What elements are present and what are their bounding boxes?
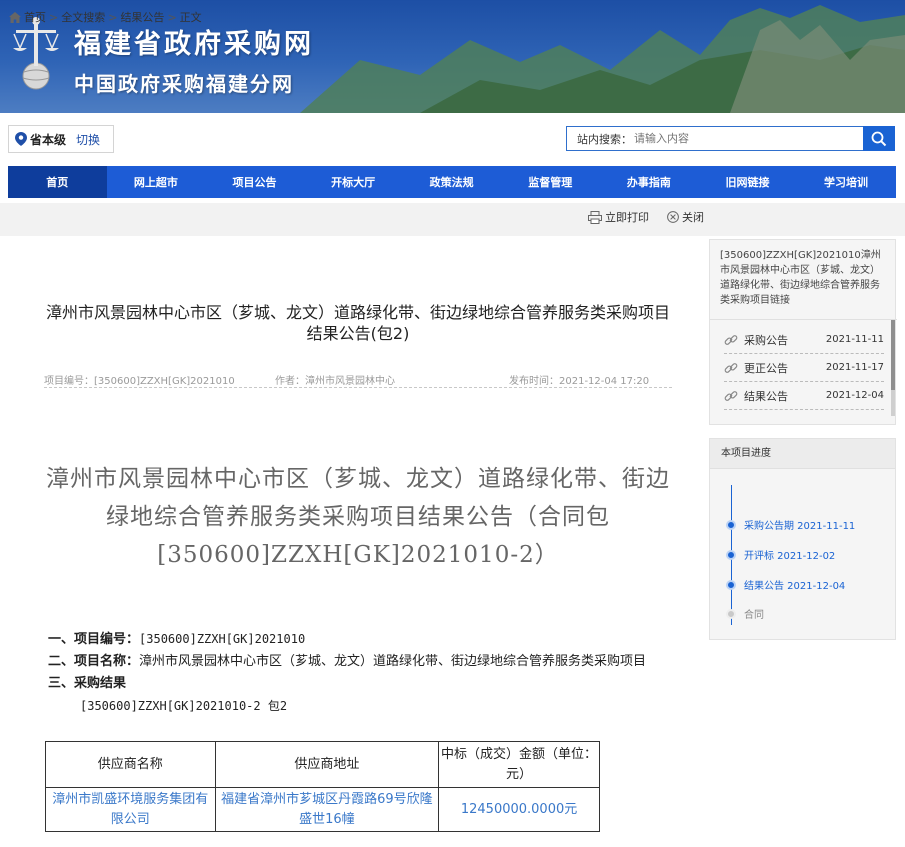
package-label: [350600]ZZXH[GK]2021010-2 包2 [80, 699, 288, 713]
table-row: 漳州市凯盛环境服务集团有限公司 福建省漳州市芗城区丹霞路69号欣隆盛世16幢 1… [45, 787, 600, 832]
printer-icon [588, 210, 602, 224]
breadcrumb-current: 正文 [179, 11, 202, 24]
nav-item-online-mall[interactable]: 网上超市 [107, 166, 206, 198]
supplier-name-cell: 漳州市凯盛环境服务集团有限公司 [45, 787, 216, 832]
print-label: 立即打印 [605, 211, 649, 224]
supplier-address-cell: 福建省漳州市芗城区丹霞路69号欣隆盛世16幢 [214, 787, 440, 832]
meta-author: 漳州市风景园林中心 [305, 376, 395, 387]
breadcrumb-separator: > [167, 10, 177, 24]
progress-step-procurement[interactable]: 采购公告期 2021-11-11 [726, 517, 855, 532]
nav-item-old-site[interactable]: 旧网链接 [698, 166, 797, 198]
progress-step-contract: 合同 [726, 606, 764, 621]
progress-step-result[interactable]: 结果公告 2021-12-04 [726, 577, 845, 592]
page-tools: 立即打印 关闭 [588, 209, 704, 225]
section-project-name-label: 二、项目名称： [48, 654, 140, 669]
close-label: 关闭 [682, 211, 704, 224]
breadcrumb-bar [0, 203, 905, 236]
progress-dot-icon [726, 579, 736, 590]
home-icon [9, 11, 21, 23]
nav-item-policies[interactable]: 政策法规 [402, 166, 501, 198]
section-result-label: 三、采购结果 [48, 676, 127, 691]
scrollbar-thumb[interactable] [891, 320, 895, 390]
meta-author-label: 作者： [275, 376, 305, 387]
document-title: 漳州市风景园林中心市区（芗城、龙文）道路绿化带、街边绿地综合管养服务类采购项目结… [46, 466, 670, 568]
breadcrumb-home[interactable]: 首页 [24, 9, 46, 25]
progress-step-bid-evaluation[interactable]: 开评标 2021-12-02 [726, 547, 835, 562]
table-header-row: 供应商名称 供应商地址 中标（成交）金额（单位：元） [45, 741, 600, 788]
related-link-label: 采购公告 [744, 333, 788, 347]
related-link-date: 2021-11-17 [825, 362, 884, 373]
section-project-no-label: 一、项目编号： [48, 632, 140, 647]
progress-step-label: 采购公告期 2021-11-11 [744, 521, 856, 532]
breadcrumb-separator: > [49, 10, 59, 24]
progress-step-label: 开评标 2021-12-02 [744, 551, 836, 562]
breadcrumb-separator: > [108, 10, 118, 24]
search-label: 站内搜索： [577, 132, 632, 146]
nav-item-supervision[interactable]: 监督管理 [501, 166, 600, 198]
project-progress-panel: 本项目进度 采购公告期 2021-11-11 开评标 2021-12-02 结果… [709, 438, 896, 640]
related-links-title: [350600]ZZXH[GK]2021010漳州市风景园林中心市区（芗城、龙文… [720, 250, 881, 306]
link-icon [724, 389, 740, 403]
section-project-name-value: 漳州市风景园林中心市区（芗城、龙文）道路绿化带、街边绿地综合管养服务类采购项目 [139, 654, 647, 669]
site-search-box[interactable]: 站内搜索： [566, 126, 864, 151]
search-button[interactable] [863, 126, 895, 151]
progress-dot-icon [726, 549, 736, 560]
meta-project-no: [350600]ZZXH[GK]2021010 [94, 376, 235, 387]
related-link-date: 2021-12-04 [825, 390, 884, 401]
nav-item-bid-opening-hall[interactable]: 开标大厅 [304, 166, 403, 198]
region-selector[interactable]: 省本级 切换 [8, 125, 114, 153]
region-level: 省本级 [30, 132, 67, 147]
search-input[interactable] [634, 132, 834, 145]
related-links-panel: [350600]ZZXH[GK]2021010漳州市风景园林中心市区（芗城、龙文… [709, 239, 897, 425]
link-icon [724, 361, 740, 375]
article-meta: 项目编号：[350600]ZZXH[GK]2021010 作者：漳州市风景园林中… [44, 372, 672, 388]
main-nav: 首页 网上超市 项目公告 开标大厅 政策法规 监督管理 办事指南 旧网链接 学习… [8, 166, 896, 198]
progress-dot-icon [726, 519, 736, 530]
article-title: 漳州市风景园林中心市区（芗城、龙文）道路绿化带、街边绿地综合管养服务类采购项目结… [45, 303, 670, 343]
meta-published: 2021-12-04 17:20 [559, 376, 650, 387]
related-link-procurement[interactable]: 采购公告 2021-11-11 [724, 326, 884, 354]
nav-item-guide[interactable]: 办事指南 [600, 166, 699, 198]
related-link-label: 结果公告 [744, 389, 788, 403]
table-header-cell: 供应商地址 [214, 741, 440, 788]
site-logo-icon [13, 17, 59, 90]
related-link-date: 2021-11-11 [825, 334, 884, 345]
switch-region-link[interactable]: 切换 [76, 131, 100, 148]
table-header-cell: 中标（成交）金额（单位：元） [438, 741, 600, 788]
nav-item-project-notices[interactable]: 项目公告 [205, 166, 304, 198]
progress-dot-icon [726, 608, 736, 619]
progress-title: 本项目进度 [710, 439, 895, 469]
related-link-result[interactable]: 结果公告 2021-12-04 [724, 382, 884, 410]
breadcrumb: 首页 > 全文搜索 > 结果公告 > 正文 [9, 9, 202, 25]
award-amount-cell: 12450000.0000元 [438, 787, 600, 832]
article-body: 一、项目编号：[350600]ZZXH[GK]2021010 二、项目名称：漳州… [48, 628, 668, 717]
close-button[interactable]: 关闭 [667, 209, 704, 225]
search-icon [871, 131, 887, 146]
site-subtitle: 中国政府采购福建分网 [74, 72, 294, 96]
print-button[interactable]: 立即打印 [588, 209, 649, 225]
breadcrumb-result-notices[interactable]: 结果公告 [120, 9, 164, 25]
divider [710, 319, 897, 320]
progress-step-label: 结果公告 2021-12-04 [744, 581, 846, 592]
meta-project-no-label: 项目编号： [44, 376, 94, 387]
breadcrumb-fulltext-search[interactable]: 全文搜索 [61, 9, 105, 25]
nav-item-training[interactable]: 学习培训 [797, 166, 896, 198]
location-pin-icon [15, 132, 27, 146]
article-panel: 漳州市风景园林中心市区（芗城、龙文）道路绿化带、街边绿地综合管养服务类采购项目结… [8, 238, 700, 847]
nav-item-home[interactable]: 首页 [8, 166, 107, 198]
meta-published-label: 发布时间： [509, 376, 559, 387]
link-icon [724, 333, 740, 347]
close-icon [667, 211, 679, 223]
related-link-label: 更正公告 [744, 361, 788, 375]
section-project-no-value: [350600]ZZXH[GK]2021010 [139, 632, 306, 646]
result-table: 供应商名称 供应商地址 中标（成交）金额（单位：元） 漳州市凯盛环境服务集团有限… [45, 741, 600, 832]
site-title: 福建省政府采购网 [74, 29, 314, 60]
progress-step-label: 合同 [744, 610, 764, 621]
related-link-correction[interactable]: 更正公告 2021-11-17 [724, 354, 884, 382]
table-header-cell: 供应商名称 [45, 741, 216, 788]
